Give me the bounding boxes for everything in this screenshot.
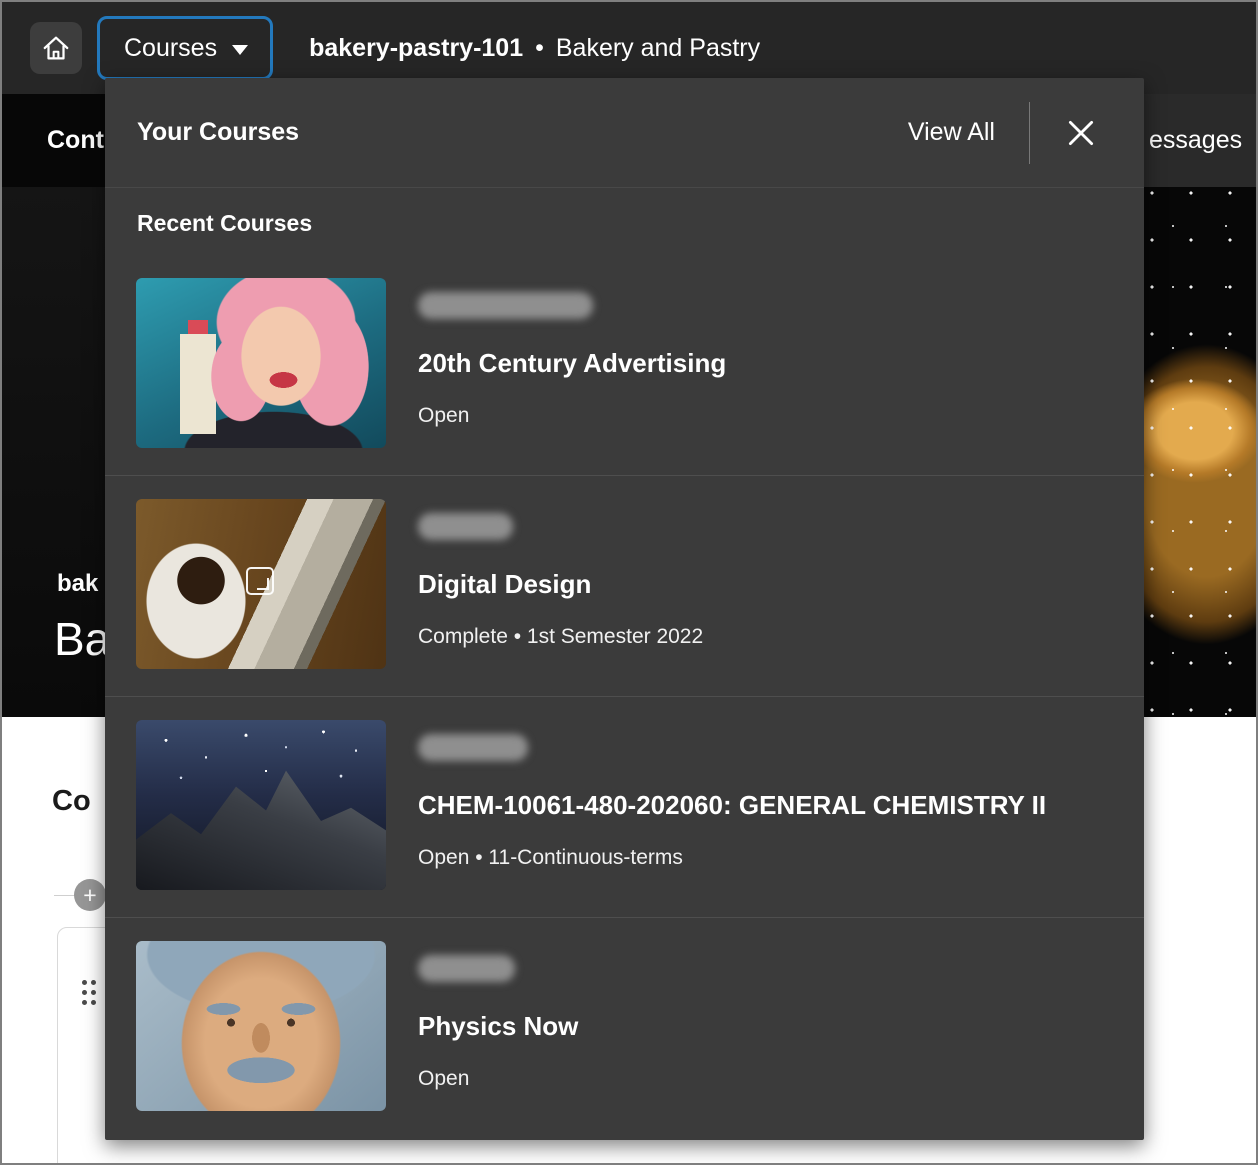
header-divider: [1029, 102, 1030, 164]
tab-messages-partial[interactable]: essages: [1144, 126, 1242, 155]
dropdown-title: Your Courses: [137, 118, 299, 147]
courses-menu-button[interactable]: Courses: [97, 16, 273, 80]
home-icon: [41, 33, 71, 63]
course-tabs-bar-left: Cont: [2, 94, 105, 187]
course-info: CHEM-10061-480-202060: GENERAL CHEMISTRY…: [418, 720, 1046, 890]
course-content-area-right: [1144, 717, 1258, 1165]
chevron-down-icon: [232, 45, 248, 55]
courses-dropdown-panel: Your Courses View All Recent Courses 20t…: [105, 78, 1144, 1140]
course-thumbnail-physics: [136, 941, 386, 1111]
breadcrumb-separator: •: [535, 34, 544, 62]
dropdown-header: Your Courses View All: [105, 78, 1144, 188]
close-icon: [1064, 116, 1098, 150]
course-list-item[interactable]: CHEM-10061-480-202060: GENERAL CHEMISTRY…: [105, 696, 1144, 917]
course-info: 20th Century Advertising Open: [418, 278, 726, 448]
page-background-right: essages: [1144, 94, 1258, 1163]
drag-handle-icon[interactable]: [82, 980, 87, 985]
course-title: CHEM-10061-480-202060: GENERAL CHEMISTRY…: [418, 788, 1046, 822]
course-list-item[interactable]: Digital Design Complete • 1st Semester 2…: [105, 475, 1144, 696]
add-content-button[interactable]: +: [74, 879, 106, 911]
course-status: Complete • 1st Semester 2022: [418, 623, 703, 651]
course-list-item[interactable]: Physics Now Open: [105, 917, 1144, 1138]
course-list: 20th Century Advertising Open Digital De…: [105, 255, 1144, 1138]
recent-courses-heading: Recent Courses: [105, 188, 1144, 255]
hero-course-title-partial: Ba: [54, 612, 110, 666]
course-banner-left: bak Ba: [2, 187, 105, 717]
course-title: Digital Design: [418, 567, 591, 601]
course-id-blurred: [418, 513, 513, 540]
course-thumbnail-digital-design: [136, 499, 386, 669]
thumbnail-logo-icon: [246, 567, 274, 595]
page-background-bottom: [105, 1140, 1144, 1165]
course-thumbnail-advertising: [136, 278, 386, 448]
course-banner-image: [1144, 187, 1258, 717]
course-list-item[interactable]: 20th Century Advertising Open: [105, 255, 1144, 475]
close-button[interactable]: [1064, 116, 1098, 150]
course-id-blurred: [418, 734, 528, 761]
home-button[interactable]: [30, 22, 82, 74]
screen: Courses bakery-pastry-101 • Bakery and Pas…: [0, 0, 1258, 1165]
breadcrumb: bakery-pastry-101 • Bakery and Pastry: [309, 34, 760, 63]
hero-course-id-partial: bak: [57, 570, 98, 598]
plus-icon: +: [83, 882, 96, 908]
course-title: 20th Century Advertising: [418, 346, 726, 380]
course-title: Physics Now: [418, 1009, 578, 1043]
course-status: Open: [418, 402, 469, 430]
page-background-left: Cont bak Ba Co +: [2, 94, 105, 1163]
breadcrumb-course-id: bakery-pastry-101: [309, 34, 523, 62]
tab-content-partial[interactable]: Cont: [2, 126, 104, 155]
view-all-link[interactable]: View All: [908, 118, 995, 147]
course-info: Physics Now Open: [418, 941, 578, 1111]
courses-menu-label: Courses: [124, 34, 217, 63]
dropdown-header-actions: View All: [908, 102, 1098, 164]
course-status: Open: [418, 1065, 469, 1093]
breadcrumb-course-title: Bakery and Pastry: [556, 34, 760, 62]
course-tabs-bar-right: essages: [1144, 94, 1258, 187]
course-id-blurred: [418, 955, 515, 982]
mountain-silhouette: [136, 757, 386, 890]
course-content-area-left: Co +: [2, 717, 105, 1165]
course-thumbnail-chemistry: [136, 720, 386, 890]
course-id-blurred: [418, 292, 593, 319]
content-heading-partial: Co: [52, 785, 91, 818]
course-status: Open • 11-Continuous-terms: [418, 844, 683, 872]
course-info: Digital Design Complete • 1st Semester 2…: [418, 499, 703, 669]
